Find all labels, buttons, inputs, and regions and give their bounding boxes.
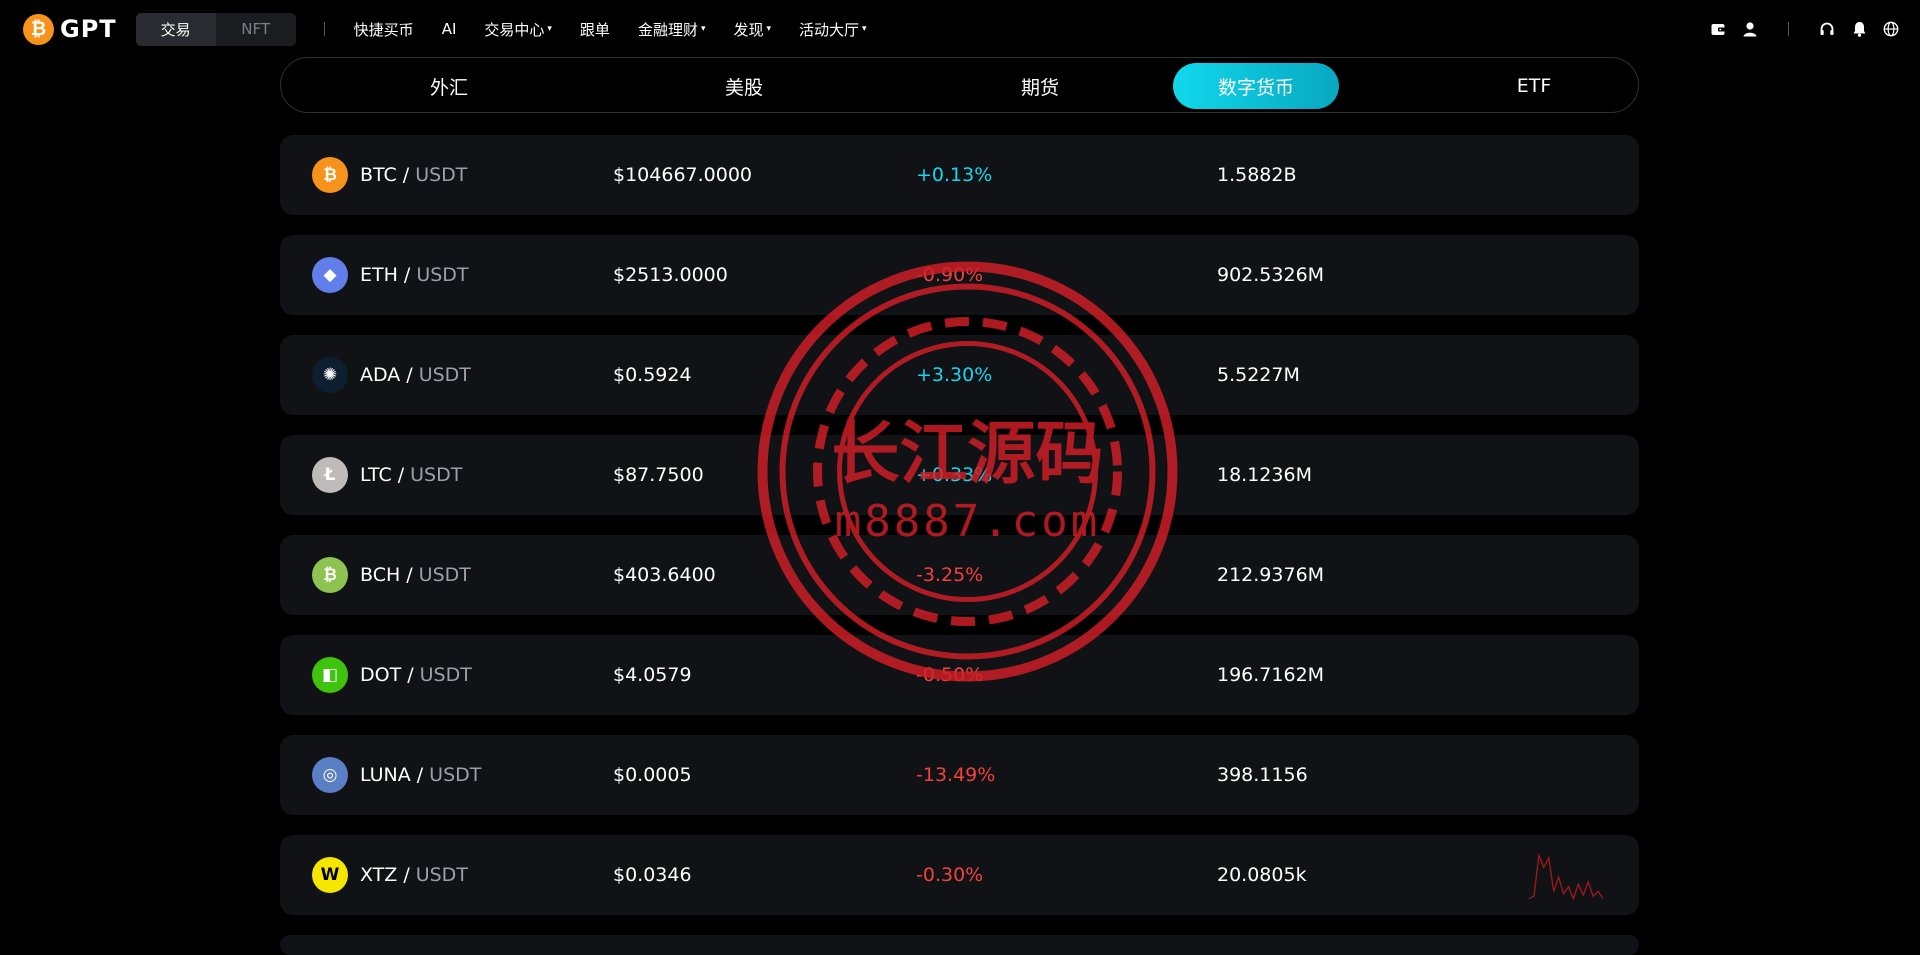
polkadot-icon: ◧ [312,657,348,693]
tab-etf[interactable]: ETF [1451,63,1617,109]
chevron-down-icon: ▾ [766,24,772,34]
bitcoin-cash-icon: ₿ [312,557,348,593]
volume: 212.9376M [1217,564,1325,586]
litecoin-icon: Ł [312,457,348,493]
price: $0.0346 [613,864,692,886]
tab-us-stocks[interactable]: 美股 [661,63,827,109]
mode-trade[interactable]: 交易 [135,12,216,46]
trading-pair: XTZ / USDT [360,864,468,886]
nav-ai[interactable]: AI [442,20,457,38]
trading-pair: LUNA / USDT [360,764,482,786]
trading-pair: BTC / USDT [360,164,468,186]
nav-events[interactable]: 活动大厅 ▾ [799,19,867,40]
trading-pair: BCH / USDT [360,564,471,586]
chevron-down-icon: ▾ [547,24,552,34]
price: $0.0005 [613,764,692,786]
ethereum-icon: ◆ [312,257,348,293]
chevron-down-icon: ▾ [700,24,706,34]
price-change: -13.49% [916,764,996,786]
trading-pair: LTC / USDT [360,464,463,486]
luna-icon: ◎ [312,757,348,793]
mode-switch: 交易 NFT [135,12,296,46]
tab-futures[interactable]: 期货 [957,63,1123,109]
price-change: -0.30% [916,864,984,886]
price-change: -0.90% [916,264,984,286]
top-navigation-bar: ₿ GPT 交易 NFT 快捷买币 AI 交易中心 ▾ 跟单 金融理财 ▾ 发现 ▾ … [0,0,1920,58]
tezos-icon: W [312,857,348,893]
bitcoin-logo-icon: ₿ [23,13,54,45]
price-change: +0.33% [916,464,993,486]
trading-pair: ADA / USDT [360,364,471,386]
volume: 5.5227M [1217,364,1300,386]
volume: 20.0805k [1217,864,1307,886]
price: $4.0579 [613,664,692,686]
main-nav: 快捷买币 AI 交易中心 ▾ 跟单 金融理财 ▾ 发现 ▾ 活动大厅 ▾ [323,19,895,40]
header-actions [1710,0,1920,58]
bell-icon[interactable] [1851,21,1867,37]
market-row-bch[interactable]: ₿ BCH / USDT $403.6400 -3.25% 212.9376M [280,535,1639,615]
price: $0.5924 [613,364,692,386]
price-change: +0.13% [916,164,993,186]
price: $403.6400 [613,564,716,586]
wallet-icon[interactable] [1710,21,1726,37]
mode-nft[interactable]: NFT [216,13,296,46]
price: $2513.0000 [613,264,728,286]
trading-pair: DOT / USDT [360,664,472,686]
market-row-ltc[interactable]: Ł LTC / USDT $87.7500 +0.33% 18.1236M [280,435,1639,515]
market-row-ada[interactable]: ✺ ADA / USDT $0.5924 +3.30% 5.5227M [280,335,1639,415]
market-row-dot[interactable]: ◧ DOT / USDT $4.0579 -0.50% 196.7162M [280,635,1639,715]
price-change: +3.30% [916,364,993,386]
sparkline-path [1528,852,1604,901]
nav-trading-center[interactable]: 交易中心 ▾ [484,19,552,40]
market-row-xtz[interactable]: W XTZ / USDT $0.0346 -0.30% 20.0805k [280,835,1639,915]
price: $104667.0000 [613,164,753,186]
tab-forex[interactable]: 外汇 [366,63,532,109]
price-sparkline [1528,852,1604,901]
price-change: -0.50% [916,664,984,686]
volume: 196.7162M [1217,664,1325,686]
price: $87.7500 [613,464,704,486]
bitcoin-icon: ₿ [312,157,348,193]
headset-icon[interactable] [1819,21,1835,37]
user-icon[interactable] [1742,21,1758,37]
market-row-luna[interactable]: ◎ LUNA / USDT $0.0005 -13.49% 398.1156 [280,735,1639,815]
volume: 902.5326M [1217,264,1325,286]
market-row-partial [280,935,1639,955]
volume: 398.1156 [1217,764,1308,786]
trading-pair: ETH / USDT [360,264,469,286]
header-divider [1788,22,1789,36]
logo[interactable]: ₿ GPT [23,13,117,45]
nav-quick-buy[interactable]: 快捷买币 [354,19,414,40]
cardano-icon: ✺ [312,357,348,393]
market-row-eth[interactable]: ◆ ETH / USDT $2513.0000 -0.90% 902.5326M [280,235,1639,315]
logo-text: GPT [60,15,117,43]
market-row-btc[interactable]: ₿ BTC / USDT $104667.0000 +0.13% 1.5882B [280,135,1639,215]
tab-crypto[interactable]: 数字货币 [1173,63,1339,109]
nav-finance[interactable]: 金融理财 ▾ [638,19,706,40]
market-category-tabs: 外汇 美股 期货 数字货币 ETF [280,57,1639,113]
nav-copy-trading[interactable]: 跟单 [580,19,610,40]
volume: 1.5882B [1217,164,1297,186]
volume: 18.1236M [1217,464,1312,486]
price-change: -3.25% [916,564,984,586]
globe-icon[interactable] [1883,21,1899,37]
chevron-down-icon: ▾ [862,24,867,34]
nav-discover[interactable]: 发现 ▾ [733,19,771,40]
nav-divider [323,22,325,36]
